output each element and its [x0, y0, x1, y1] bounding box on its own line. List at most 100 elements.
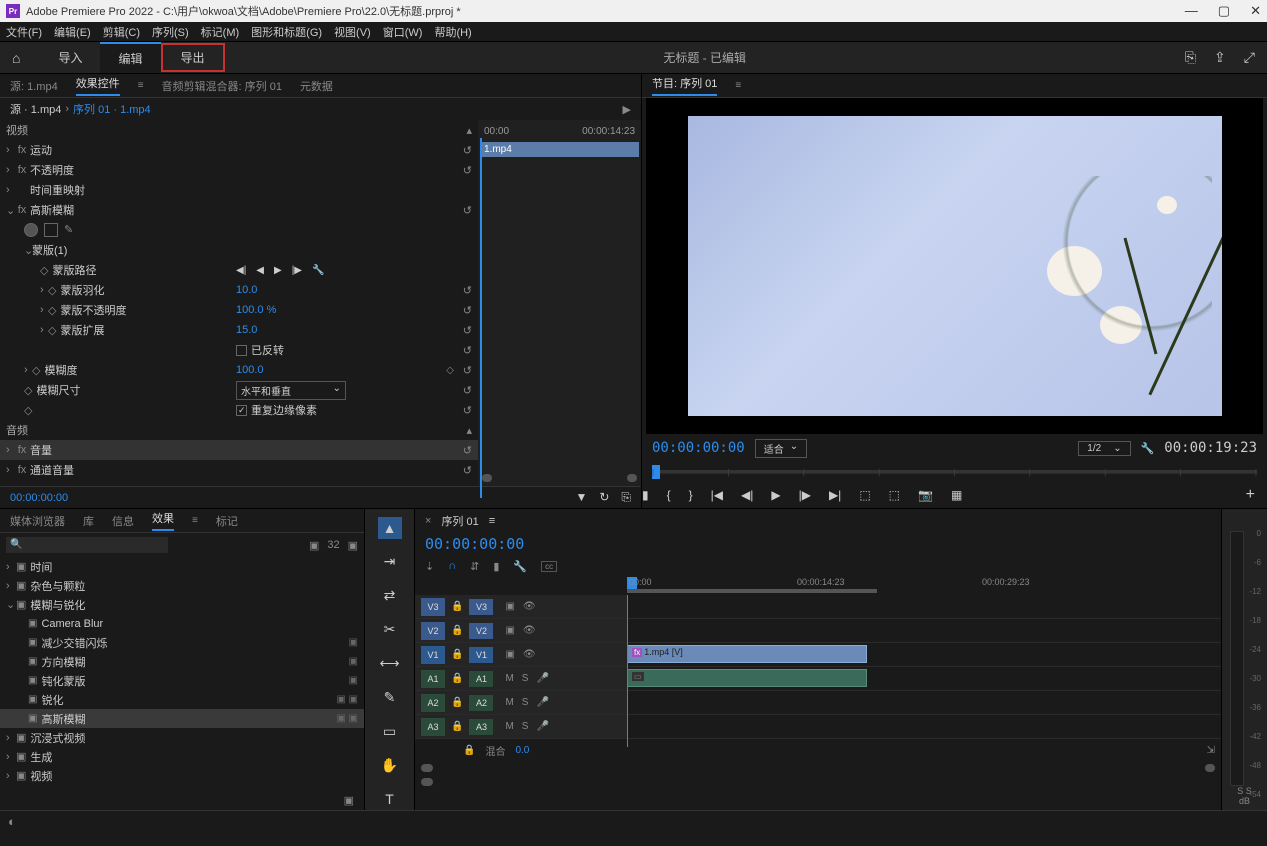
reset-icon[interactable]: ↺	[463, 284, 472, 297]
badge-32-icon[interactable]: 32	[327, 539, 339, 552]
effect-gaussian-blur[interactable]: 高斯模糊	[41, 711, 85, 727]
menu-view[interactable]: 视图(V)	[334, 24, 371, 40]
timeline-timecode[interactable]: 00:00:00:00	[415, 533, 1221, 555]
comparison-icon[interactable]: ▦	[951, 488, 962, 502]
mask-pen-button[interactable]: ✎	[64, 223, 78, 237]
mark-out-icon[interactable]: {	[667, 488, 671, 502]
toggle-output-icon[interactable]: ▣	[505, 601, 514, 612]
tab-effects[interactable]: 效果	[152, 510, 174, 531]
pen-tool[interactable]: ✎	[378, 686, 402, 708]
inverted-checkbox[interactable]	[236, 345, 247, 356]
effect-directional-blur[interactable]: 方向模糊	[41, 654, 85, 670]
clip-v1[interactable]: fx1.mp4 [V]	[627, 645, 867, 663]
reset-icon[interactable]: ↺	[463, 324, 472, 337]
tab-audio-mixer[interactable]: 音频剪辑混合器: 序列 01	[162, 78, 282, 94]
solo-buttons[interactable]: S S	[1237, 786, 1252, 796]
insert-icon[interactable]: ⇣	[425, 560, 434, 573]
slip-tool[interactable]: ⟷	[378, 653, 402, 675]
quick-export-icon[interactable]: ⎘	[1185, 49, 1196, 66]
tab-media-browser[interactable]: 媒体浏览器	[10, 513, 65, 529]
razor-tool[interactable]: ✂	[378, 619, 402, 641]
track-v1[interactable]: V1🔒V1▣👁fx1.mp4 [V]	[415, 643, 1221, 667]
track-back-icon[interactable]: ◀	[256, 265, 264, 276]
filter-icon[interactable]: ▼	[575, 490, 587, 505]
menu-edit[interactable]: 编辑(E)	[54, 24, 91, 40]
effect-unsharp-mask[interactable]: 钝化蒙版	[41, 673, 85, 689]
effect-sharpen[interactable]: 锐化	[41, 692, 63, 708]
mask-feather-value[interactable]: 10.0	[236, 284, 257, 296]
effect-controls-timeline[interactable]: 00:0000:00:14:23 1.mp4	[478, 120, 641, 486]
settings-icon[interactable]: 🔧	[1141, 442, 1155, 455]
lock-icon[interactable]: 🔒	[451, 625, 463, 636]
toggle-output-icon[interactable]: ▣	[505, 649, 514, 660]
button-editor-icon[interactable]: +	[1246, 486, 1255, 504]
lock-icon[interactable]: 🔒	[451, 721, 463, 732]
folder-immersive[interactable]: 沉浸式视频	[30, 730, 85, 746]
mode-export[interactable]: 导出	[161, 43, 225, 72]
toggle-output-icon[interactable]: ▣	[505, 625, 514, 636]
work-area[interactable]	[627, 589, 877, 593]
collapse-icon[interactable]: ▴	[466, 424, 472, 437]
fx-timeremap[interactable]: 时间重映射	[30, 182, 85, 198]
program-fit-dropdown[interactable]: 适合⌄	[755, 439, 807, 458]
reset-icon[interactable]: ↺	[463, 404, 472, 417]
program-scrub-bar[interactable]: |||||||||	[652, 462, 1257, 482]
clip-a1[interactable]: ▭	[627, 669, 867, 687]
fx-motion[interactable]: 运动	[30, 142, 52, 158]
panel-menu-icon[interactable]: ≡	[735, 80, 741, 91]
hand-tool[interactable]: ✋	[378, 754, 402, 776]
program-tc-in[interactable]: 00:00:00:00	[652, 440, 745, 456]
fx-channel-volume[interactable]: 通道音量	[30, 462, 74, 478]
tab-markers[interactable]: 标记	[216, 513, 238, 529]
effect-camera-blur[interactable]: Camera Blur	[41, 618, 103, 630]
reset-icon[interactable]: ↺	[463, 464, 472, 477]
voice-icon[interactable]: 🎤	[536, 721, 548, 732]
fx-scroll-left[interactable]	[482, 474, 492, 482]
eye-icon[interactable]: 👁	[523, 649, 536, 660]
loop-icon[interactable]: ↻	[599, 490, 609, 505]
lock-icon[interactable]: 🔒	[463, 745, 475, 756]
effects-tree[interactable]: ›▣时间 ›▣杂色与颗粒 ⌄▣模糊与锐化 ▣Camera Blur ▣减少交错闪…	[0, 557, 364, 790]
folder-blur[interactable]: 模糊与锐化	[30, 597, 85, 613]
solo-icon[interactable]: S	[522, 673, 529, 684]
menu-window[interactable]: 窗口(W)	[383, 24, 423, 40]
export-frame-icon[interactable]: 📷	[918, 488, 933, 502]
mask-item[interactable]: 蒙版(1)	[32, 242, 67, 258]
hscroll-thumb[interactable]	[421, 778, 433, 786]
type-tool[interactable]: T	[378, 788, 402, 810]
tab-source[interactable]: 源: 1.mp4	[10, 78, 58, 94]
keyframe-icon[interactable]: ◇	[446, 365, 454, 376]
track-a3[interactable]: A3🔒A3MS🎤	[415, 715, 1221, 739]
panel-menu-icon[interactable]: ≡	[489, 515, 495, 527]
voice-icon[interactable]: 🎤	[536, 673, 548, 684]
track-play-icon[interactable]: ▶	[274, 265, 282, 276]
lift-icon[interactable]: ⬚	[859, 488, 870, 502]
panel-menu-icon[interactable]: ≡	[138, 80, 144, 91]
mute-icon[interactable]: M	[505, 721, 513, 732]
tab-sequence[interactable]: 序列 01	[441, 513, 478, 529]
track-fwd-icon[interactable]: |▶	[292, 265, 302, 276]
mute-icon[interactable]: M	[505, 673, 513, 684]
menu-file[interactable]: 文件(F)	[6, 24, 42, 40]
menu-clip[interactable]: 剪辑(C)	[103, 24, 140, 40]
go-in-icon[interactable]: |◀	[711, 488, 723, 502]
fx-opacity[interactable]: 不透明度	[30, 162, 74, 178]
blur-value[interactable]: 100.0	[236, 364, 264, 376]
program-res-dropdown[interactable]: 1/2⌄	[1078, 441, 1130, 456]
reset-icon[interactable]: ↺	[463, 364, 472, 377]
reset-icon[interactable]: ↺	[463, 344, 472, 357]
tab-program[interactable]: 节目: 序列 01	[652, 75, 717, 96]
track-a1[interactable]: A1🔒A1MS🎤▭	[415, 667, 1221, 691]
mask-ellipse-button[interactable]	[24, 223, 38, 237]
reset-icon[interactable]: ↺	[463, 204, 472, 217]
reset-icon[interactable]: ↺	[463, 384, 472, 397]
mix-value[interactable]: 0.0	[515, 745, 529, 756]
maximize-button[interactable]: ▢	[1218, 3, 1230, 19]
lock-icon[interactable]: 🔒	[451, 601, 463, 612]
creative-cloud-icon[interactable]: ◐	[8, 814, 16, 829]
settings-icon[interactable]: 🔧	[513, 560, 527, 573]
track-select-tool[interactable]: ⇥	[378, 551, 402, 573]
mode-edit[interactable]: 编辑	[100, 42, 160, 73]
go-out-icon[interactable]: ▶|	[829, 488, 841, 502]
track-prev-icon[interactable]: ◀|	[236, 265, 246, 276]
